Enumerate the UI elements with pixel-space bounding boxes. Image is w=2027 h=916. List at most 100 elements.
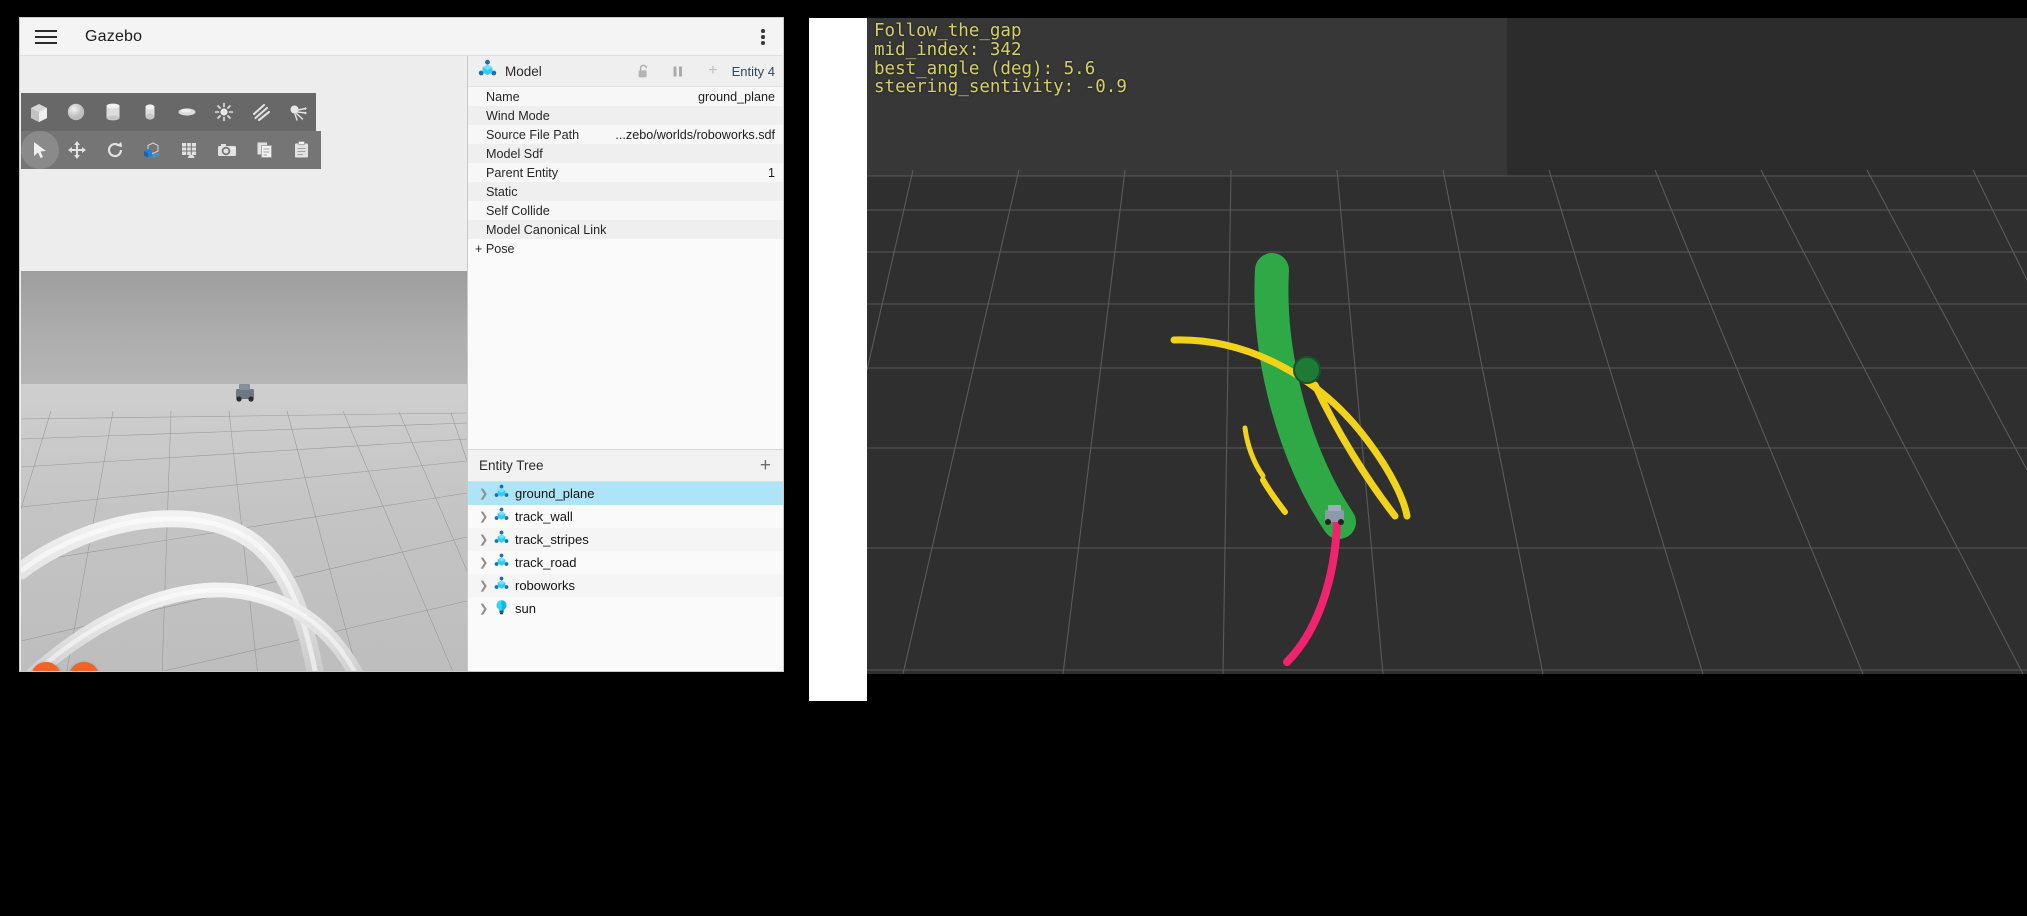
model-node-icon [494,576,509,594]
unlock-icon[interactable] [637,64,650,79]
grid-snap-icon[interactable] [171,131,209,169]
property-key: Model Canonical Link [486,222,607,237]
target-marker [1293,356,1321,384]
property-row-model-canonical-link[interactable]: Model Canonical Link [468,220,783,239]
visualization-left-margin [809,18,867,701]
entity-tree-title: Entity Tree [479,457,544,473]
chevron-right-icon[interactable]: ❯ [479,487,488,500]
tree-item-label: ground_plane [515,485,595,501]
property-row-static[interactable]: Static [468,182,783,201]
property-key: Model Sdf [486,146,543,161]
property-key: Name [486,89,520,104]
model-node-icon [494,553,509,571]
tree-item-roboworks[interactable]: ❯ roboworks [468,573,783,597]
tree-item-track-stripes[interactable]: ❯ track_stripes [468,527,783,551]
chevron-right-icon[interactable]: ❯ [479,556,488,569]
property-key: Wind Mode [486,108,550,123]
tool-toolbar [21,131,321,169]
tree-item-track-wall[interactable]: ❯ track_wall [468,504,783,528]
inspector-pane: Model + Entity 4 Name ground_plane Wind … [467,56,783,671]
inspector-title: Model [505,63,542,79]
rotate-tool-icon[interactable] [96,131,134,169]
step-forward-icon [77,671,91,672]
tree-item-label: sun [515,600,536,616]
shape-toolbar [21,93,316,131]
spot-light-icon[interactable] [279,93,316,131]
robot-model [236,384,254,402]
property-row-self-collide[interactable]: Self Collide [468,201,783,220]
visualization-window: Follow_the_gap mid_index: 342 best_angle… [809,18,2027,701]
page-title: Gazebo [85,27,143,45]
property-row-source-file-path[interactable]: Source File Path ...zebo/worlds/robowork… [468,125,783,144]
property-value: ...zebo/worlds/roboworks.sdf [615,127,775,142]
lidar-scan-right [1260,477,1288,515]
chevron-right-icon[interactable]: ❯ [479,533,488,546]
kebab-menu-icon[interactable] [755,27,771,47]
property-key: Static [486,184,518,199]
property-row-model-sdf[interactable]: Model Sdf [468,144,783,163]
tree-item-track-road[interactable]: ❯ track_road [468,550,783,574]
window-titlebar: Gazebo [20,18,783,56]
cylinder-shape-icon[interactable] [95,93,132,131]
tree-item-label: track_wall [515,508,573,524]
select-tool-icon[interactable] [21,131,59,169]
property-value: 1 [767,165,775,180]
rviz-3d-scene[interactable]: Follow_the_gap mid_index: 342 best_angle… [867,18,2027,674]
tree-item-ground-plane[interactable]: ❯ ground_plane [468,481,783,505]
entity-tree-header: Entity Tree + [468,449,783,482]
pause-updates-icon[interactable] [672,65,684,78]
property-value: ground_plane [697,89,775,104]
paste-icon[interactable] [284,131,322,169]
light-bulb-icon [494,599,509,618]
transform-control-icon[interactable] [134,131,172,169]
viewport-pane: ‹ 79.94 % [20,56,467,671]
scene-upper-shadow [1507,18,2027,176]
inspector-header: Model + Entity 4 [468,56,783,87]
model-node-icon [494,530,509,548]
chevron-right-icon[interactable]: ❯ [479,579,488,592]
model-node-icon [478,59,497,83]
add-entity-button[interactable]: + [760,456,771,475]
translate-tool-icon[interactable] [59,131,97,169]
point-light-icon[interactable] [205,93,242,131]
viewport-scene [21,384,467,671]
chevron-right-icon[interactable]: ❯ [479,510,488,523]
lidar-scan-inner [1242,425,1266,479]
property-key: Source File Path [486,127,580,142]
chevron-right-icon[interactable]: ❯ [479,602,488,615]
window-body: ‹ 79.94 % [20,56,783,671]
property-row-name[interactable]: Name ground_plane [468,87,783,106]
model-node-icon [494,507,509,525]
property-row-parent-entity[interactable]: Parent Entity 1 [468,163,783,182]
screen-root: Gazebo Model + Entity 4 Name ground_plan… [0,0,2027,916]
tree-item-label: roboworks [515,577,575,593]
capsule-shape-icon[interactable] [132,93,169,131]
hamburger-icon[interactable] [35,29,57,45]
gazebo-window: Gazebo Model + Entity 4 Name ground_plan… [20,18,783,671]
telemetry-overlay: Follow_the_gap mid_index: 342 best_angle… [874,21,1127,98]
box-shape-icon[interactable] [21,93,58,131]
property-list: Name ground_plane Wind Mode Source File … [468,87,783,239]
tree-item-label: track_stripes [515,531,589,547]
ground-grid [867,170,2027,674]
property-row-wind-mode[interactable]: Wind Mode [468,106,783,125]
scene-grid-and-markers [867,170,2027,674]
property-key: Self Collide [486,203,550,218]
inspector-filler [468,259,783,450]
trajectory-path [1283,518,1341,666]
entity-tree-list: ❯ ground_plane ❯ track_wall ❯ track_stri… [468,481,783,671]
entity-id-label: Entity 4 [731,63,775,79]
pause-icon [40,671,53,672]
copy-icon[interactable] [246,131,284,169]
property-key: Parent Entity [486,165,559,180]
tree-item-label: track_road [515,554,577,570]
ellipsoid-shape-icon[interactable] [169,93,206,131]
screenshot-icon[interactable] [209,131,247,169]
sphere-shape-icon[interactable] [58,93,95,131]
directional-light-icon[interactable] [242,93,279,131]
3d-viewport[interactable]: ‹ 79.94 % [21,271,467,671]
tree-item-sun[interactable]: ❯ sun [468,596,783,620]
plus-icon[interactable]: + [708,62,717,80]
pose-section-toggle[interactable]: + Pose [468,239,783,259]
model-node-icon [494,484,509,502]
